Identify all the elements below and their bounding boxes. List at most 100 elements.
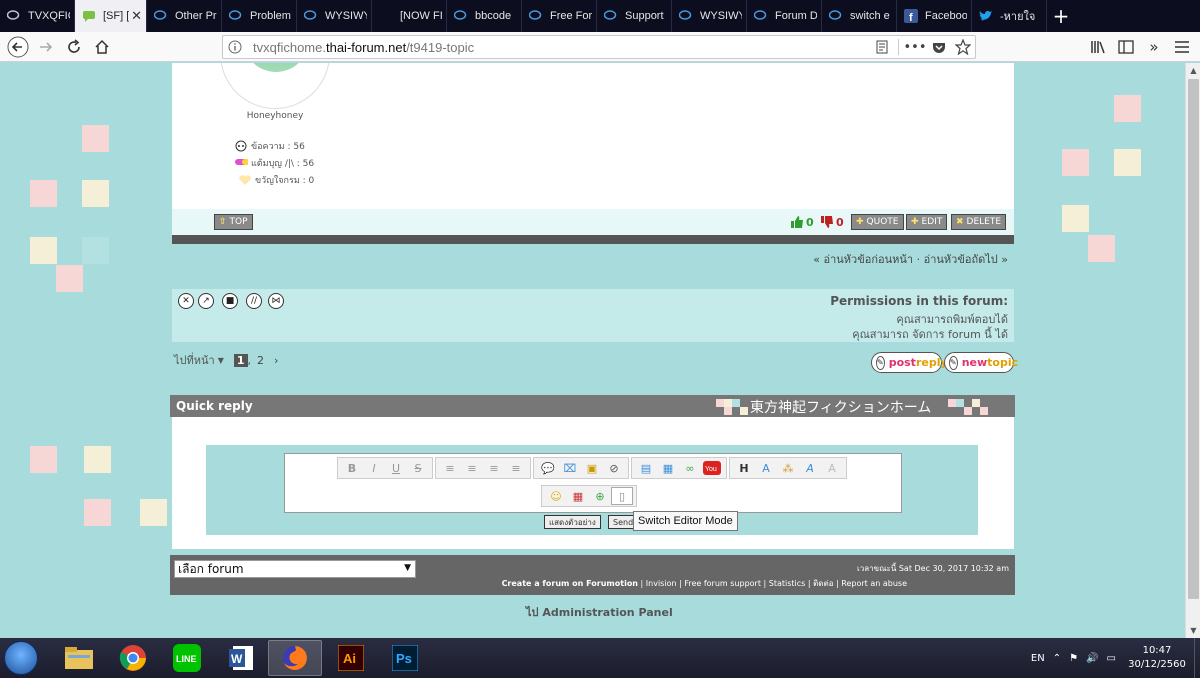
browser-tab[interactable]: f Faceboo: [897, 0, 972, 32]
hamburger-menu-icon[interactable]: [1168, 33, 1196, 61]
remove-format-icon[interactable]: A: [821, 459, 843, 477]
show-desktop-button[interactable]: [1194, 638, 1200, 678]
jump-to-page-link[interactable]: ไปที่หน้า: [174, 351, 215, 369]
back-button[interactable]: [4, 33, 32, 61]
code-icon[interactable]: ⌧: [559, 459, 581, 477]
page-link-2[interactable]: 2: [257, 354, 264, 367]
move-topic-icon[interactable]: ↗: [198, 293, 214, 309]
new-topic-button[interactable]: ✎ new topic: [944, 352, 1018, 373]
start-button[interactable]: [4, 641, 38, 675]
chrome-icon[interactable]: [106, 640, 160, 676]
align-left-icon[interactable]: ≡: [439, 459, 461, 477]
color-icon[interactable]: ⁂: [777, 459, 799, 477]
line-icon[interactable]: LINE: [160, 640, 214, 676]
strikethrough-icon[interactable]: S: [407, 459, 429, 477]
overflow-chevron-icon[interactable]: »: [1140, 33, 1168, 61]
forward-button[interactable]: [32, 33, 60, 61]
language-indicator[interactable]: EN: [1031, 653, 1045, 664]
delete-button[interactable]: ✖ DELETE: [951, 214, 1007, 230]
underline-icon[interactable]: U: [385, 459, 407, 477]
footer-link-statistics[interactable]: Statistics: [769, 579, 806, 588]
home-button[interactable]: [88, 33, 116, 61]
post-username[interactable]: Honeyhoney: [172, 111, 378, 121]
word-icon[interactable]: W: [214, 640, 268, 676]
footer-link-invision[interactable]: Invision: [646, 579, 677, 588]
lock-topic-icon[interactable]: ✕: [178, 293, 194, 309]
align-right-icon[interactable]: ≡: [483, 459, 505, 477]
scroll-down-icon[interactable]: ▼: [1186, 623, 1200, 638]
edit-button[interactable]: ✚ EDIT: [906, 214, 948, 230]
image-icon[interactable]: ▤: [635, 459, 657, 477]
reader-view-icon[interactable]: [870, 36, 894, 58]
browser-tab[interactable]: Other Pr: [147, 0, 222, 32]
footer-link-create-forum[interactable]: Create a forum on Forumotion: [502, 579, 638, 588]
browser-tab[interactable]: Forum D: [747, 0, 822, 32]
merge-topic-icon[interactable]: ⋈: [268, 293, 284, 309]
show-hidden-icons-icon[interactable]: ⌃: [1053, 653, 1061, 664]
font-face-icon[interactable]: A: [799, 459, 821, 477]
switch-editor-mode-icon[interactable]: ▯: [611, 487, 633, 505]
sidebar-icon[interactable]: [1112, 33, 1140, 61]
scroll-up-icon[interactable]: ▲: [1186, 63, 1200, 78]
link-icon[interactable]: ∞: [679, 459, 701, 477]
date-icon[interactable]: ▦: [567, 487, 589, 505]
top-button[interactable]: ⇧ TOP: [214, 214, 253, 230]
reload-button[interactable]: [60, 33, 88, 61]
library-icon[interactable]: [1084, 33, 1112, 61]
image-upload-icon[interactable]: ▦: [657, 459, 679, 477]
browser-tab[interactable]: Support: [597, 0, 672, 32]
photoshop-icon[interactable]: Ps: [378, 640, 432, 676]
browser-tab[interactable]: WYSIWY: [672, 0, 747, 32]
heading-icon[interactable]: H: [733, 459, 755, 477]
browser-tab[interactable]: -หายใจ: [972, 0, 1047, 32]
split-topic-icon[interactable]: //: [246, 293, 262, 309]
like-button[interactable]: 0: [790, 214, 814, 230]
scrollbar-thumb[interactable]: [1188, 79, 1199, 599]
forum-select[interactable]: เลือก forum ▼: [174, 560, 416, 578]
reply-editor[interactable]: B I U S ≡ ≡ ≡ ≡ 💬 ⌧ ▣ ⊘ ▤ ▦ ∞ You H A ⁂ …: [284, 453, 902, 513]
flag-icon[interactable]: ⚑: [1069, 653, 1078, 664]
address-bar[interactable]: tvxqfichome.thai-forum.net/t9419-topic •…: [222, 35, 976, 59]
dislike-button[interactable]: 0: [820, 214, 844, 230]
youtube-icon[interactable]: You: [701, 459, 723, 477]
new-tab-button[interactable]: +: [1047, 0, 1075, 32]
close-tab-icon[interactable]: ✕: [131, 8, 142, 24]
pocket-icon[interactable]: [927, 36, 951, 58]
vertical-scrollbar[interactable]: ▲ ▼: [1185, 63, 1200, 638]
footer-link-contact[interactable]: ติดต่อ: [813, 579, 833, 588]
file-explorer-icon[interactable]: [52, 640, 106, 676]
italic-icon[interactable]: I: [363, 459, 385, 477]
bookmark-star-icon[interactable]: [951, 36, 975, 58]
admin-panel-link[interactable]: ไป Administration Panel: [526, 603, 673, 621]
padlock-icon[interactable]: ■: [222, 293, 238, 309]
spoiler-icon[interactable]: ▣: [581, 459, 603, 477]
clock[interactable]: 10:47 30/12/2560: [1122, 644, 1192, 672]
browser-tab[interactable]: WYSIWY: [297, 0, 372, 32]
preview-button[interactable]: แสดงตัวอย่าง: [544, 515, 601, 529]
quote-icon[interactable]: 💬: [537, 459, 559, 477]
browser-tab[interactable]: [NOW FI: [372, 0, 447, 32]
info-icon[interactable]: [223, 36, 247, 58]
align-center-icon[interactable]: ≡: [461, 459, 483, 477]
page-actions-icon[interactable]: •••: [903, 36, 927, 58]
post-reply-button[interactable]: ✎ post reply: [871, 352, 948, 373]
footer-link-support[interactable]: Free forum support: [684, 579, 761, 588]
network-icon[interactable]: ▭: [1107, 653, 1116, 664]
browser-tab[interactable]: bbcode: [447, 0, 522, 32]
browser-tab[interactable]: Free For: [522, 0, 597, 32]
footer-link-report[interactable]: Report an abuse: [841, 579, 907, 588]
next-page-link[interactable]: ›: [274, 354, 278, 367]
illustrator-icon[interactable]: Ai: [324, 640, 378, 676]
avatar[interactable]: [220, 63, 330, 109]
browser-tab[interactable]: TVXQFIC: [0, 0, 75, 32]
font-size-icon[interactable]: A: [755, 459, 777, 477]
smiley-icon[interactable]: ☺: [545, 487, 567, 505]
dropdown-triangle-icon[interactable]: ▼: [218, 356, 224, 365]
next-topic-link[interactable]: อ่านหัวข้อถัดไป »: [924, 253, 1008, 266]
align-justify-icon[interactable]: ≡: [505, 459, 527, 477]
browser-tab-active[interactable]: [SF] [ ✕: [75, 0, 147, 32]
quote-button[interactable]: ✚ QUOTE: [851, 214, 904, 230]
browser-tab[interactable]: switch e: [822, 0, 897, 32]
previous-topic-link[interactable]: « อ่านหัวข้อก่อนหน้า: [813, 253, 913, 266]
bold-icon[interactable]: B: [341, 459, 363, 477]
